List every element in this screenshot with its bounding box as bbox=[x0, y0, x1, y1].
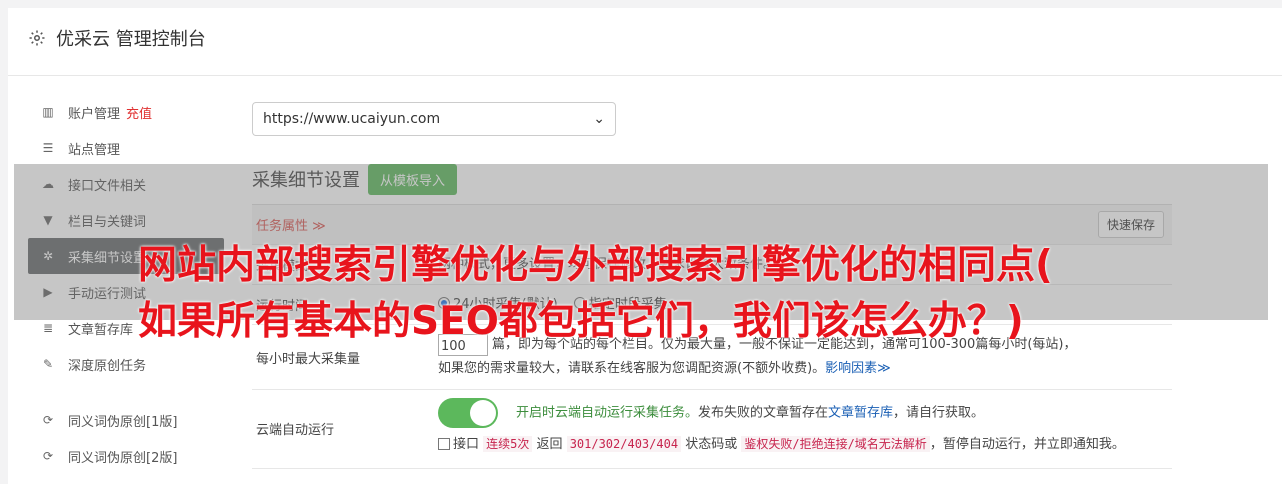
cloud-run-toggle[interactable] bbox=[438, 398, 498, 428]
site-select-value: https://www.ucaiyun.com bbox=[263, 111, 441, 127]
sidebar-item-account[interactable]: ▥ 账户管理 充值 bbox=[28, 94, 224, 130]
sidebar-item-label: 同义词伪原创[1版] bbox=[68, 414, 178, 430]
pause-text-b: 返回 bbox=[536, 436, 563, 452]
cloud-run-desc-end: ，请自行获取。 bbox=[893, 405, 985, 421]
overlay-headline: 网站内部搜索引擎优化与外部搜索引擎优化的相同点( 如果所有基本的SEO都包括它们… bbox=[138, 238, 1168, 350]
article-store-link[interactable]: 文章暂存库 bbox=[828, 406, 893, 421]
sidebar-item-label: 文章暂存库 bbox=[68, 322, 134, 338]
cloud-run-enabled-text: 开启时云端自动运行采集任务。 bbox=[516, 405, 699, 421]
pause-text-a: 接口 bbox=[453, 436, 480, 452]
impact-factors-link[interactable]: 影响因素≫ bbox=[825, 361, 891, 376]
pause-checkbox[interactable] bbox=[438, 438, 450, 450]
header-bar: 优采云 管理控制台 bbox=[8, 8, 1282, 76]
overlay-line-2: 如果所有基本的SEO都包括它们，我们该怎么办？) bbox=[138, 299, 1024, 344]
pause-text-c: 状态码或 bbox=[685, 436, 738, 452]
toggle-knob bbox=[470, 400, 496, 426]
bar-chart-icon: ▥ bbox=[42, 105, 54, 119]
sidebar-item-synonym-v2[interactable]: ⟳ 同义词伪原创[2版] bbox=[28, 438, 224, 474]
code-errors: 鉴权失败/拒绝连接/域名无法解析 bbox=[741, 435, 930, 452]
sidebar-item-synonym-v1[interactable]: ⟳ 同义词伪原创[1版] bbox=[28, 402, 224, 438]
recharge-link[interactable]: 充值 bbox=[126, 103, 152, 122]
gear-icon bbox=[29, 30, 45, 46]
database-icon: ≣ bbox=[42, 321, 54, 335]
sidebar-divider bbox=[28, 382, 224, 402]
code-consecutive: 连续5次 bbox=[483, 435, 533, 452]
chevron-down-icon: ⌄ bbox=[593, 111, 605, 127]
overlay-line-1: 网站内部搜索引擎优化与外部搜索引擎优化的相同点( bbox=[138, 243, 1053, 288]
refresh-icon: ⟳ bbox=[42, 413, 54, 427]
edit-icon: ✎ bbox=[42, 357, 54, 371]
max-collect-note: 如果您的需求量较大，请联系在线客服为您调配资源(不额外收费)。 bbox=[438, 361, 826, 376]
server-icon: ☰ bbox=[42, 141, 54, 155]
site-select[interactable]: https://www.ucaiyun.com ⌄ bbox=[252, 102, 616, 136]
cloud-run-row: 云端自动运行 开启时云端自动运行采集任务。发布失败的文章暂存在文章暂存库，请自行… bbox=[252, 390, 1172, 469]
code-status: 301/302/403/404 bbox=[566, 435, 682, 452]
sidebar-item-sites[interactable]: ☰ 站点管理 bbox=[28, 130, 224, 166]
pause-text-d: ，暂停自动运行，并立即通知我。 bbox=[929, 436, 1125, 452]
row-label: 云端自动运行 bbox=[256, 423, 335, 439]
cloud-run-value: 开启时云端自动运行采集任务。发布失败的文章暂存在文章暂存库，请自行获取。 接口 … bbox=[438, 390, 1172, 468]
cloud-run-desc: 发布失败的文章暂存在 bbox=[698, 405, 829, 421]
sidebar-item-label: 同义词伪原创[2版] bbox=[68, 450, 178, 466]
sidebar-item-deep-original[interactable]: ✎ 深度原创任务 bbox=[28, 346, 224, 382]
app-title: 优采云 管理控制台 bbox=[56, 29, 206, 50]
sidebar-item-label: 站点管理 bbox=[68, 142, 121, 158]
refresh-icon: ⟳ bbox=[42, 449, 54, 463]
sidebar-item-label: 深度原创任务 bbox=[68, 358, 147, 374]
sidebar-item-label: 账户管理 bbox=[68, 106, 121, 122]
